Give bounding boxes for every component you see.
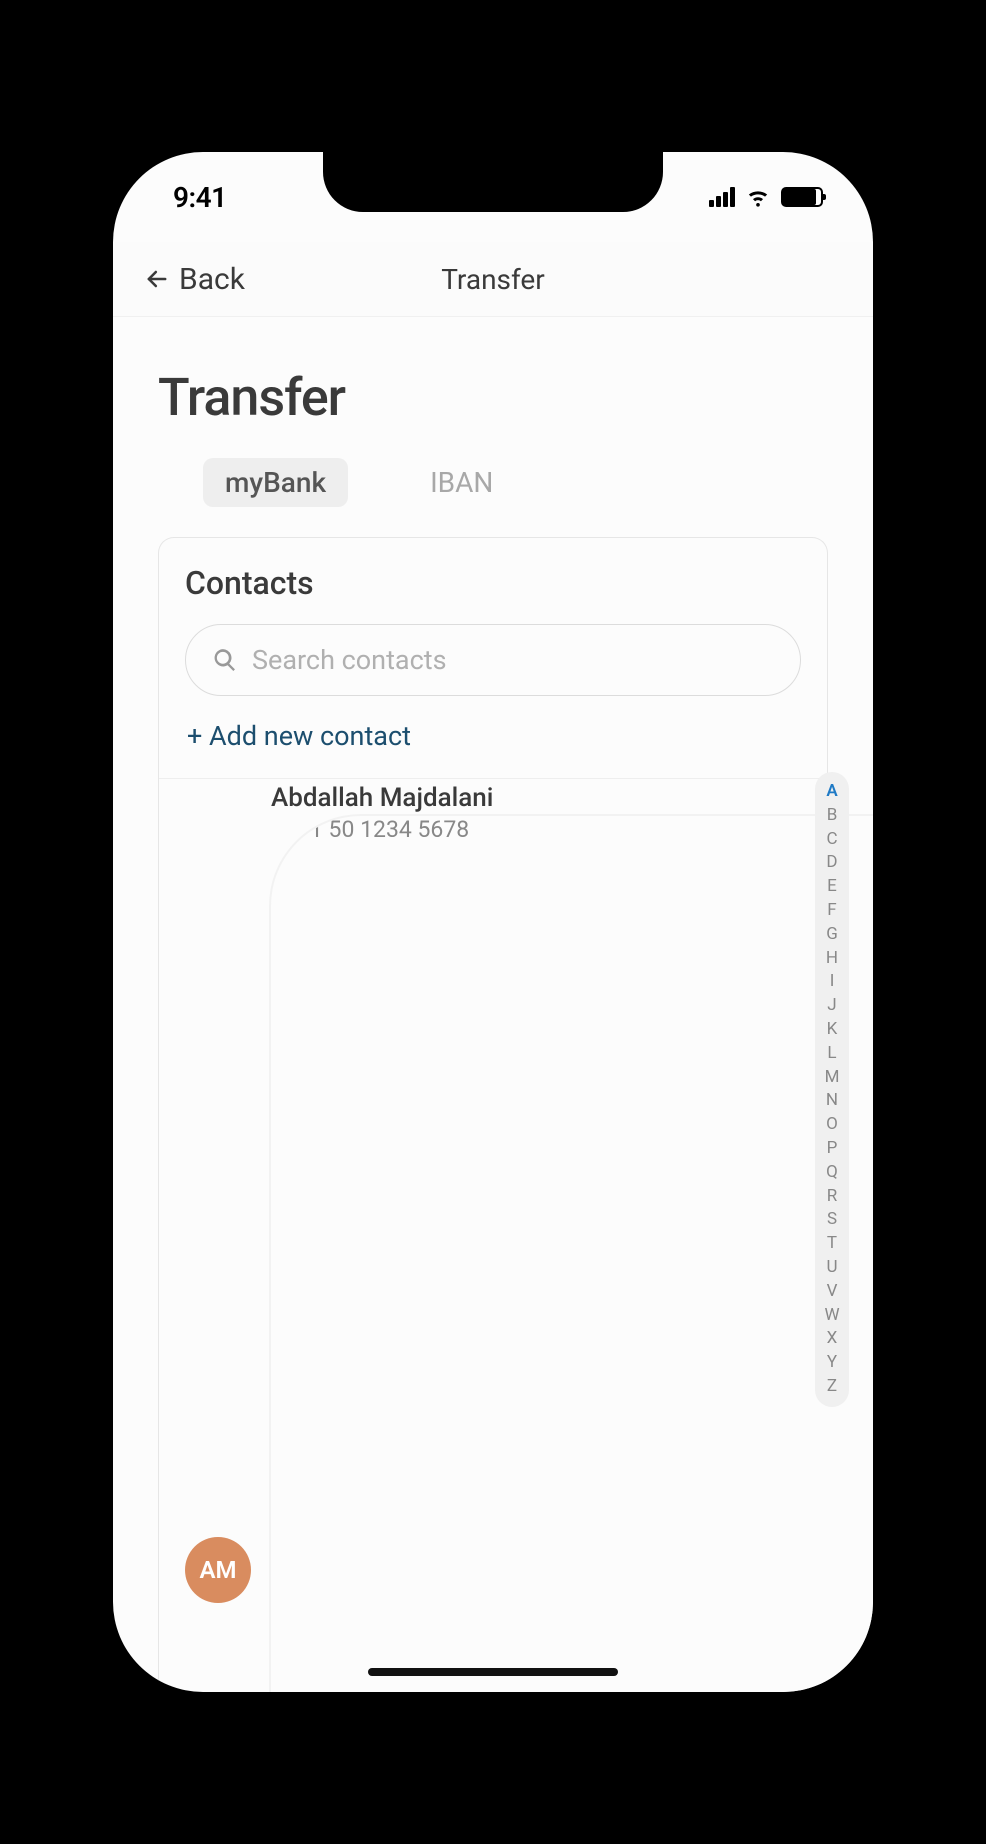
index-letter[interactable]: G xyxy=(815,923,849,947)
tab-iban[interactable]: IBAN xyxy=(408,458,515,507)
index-letter[interactable]: J xyxy=(815,994,849,1018)
index-letter[interactable]: O xyxy=(815,1113,849,1137)
back-label: Back xyxy=(179,262,245,297)
contact-row[interactable]: AMAbdallah Majdalani+971 50 1234 5678 xyxy=(159,779,827,1692)
home-indicator[interactable] xyxy=(368,1668,618,1676)
notch xyxy=(323,152,663,212)
index-letter[interactable]: N xyxy=(815,1089,849,1113)
status-icons xyxy=(709,186,823,208)
index-letter[interactable]: C xyxy=(815,828,849,852)
cellular-icon xyxy=(709,187,735,207)
tab-mybank[interactable]: myBank xyxy=(203,458,348,507)
index-letter[interactable]: V xyxy=(815,1280,849,1304)
alphabet-index[interactable]: ABCDEFGHIJKLMNOPQRSTUVWXYZ xyxy=(815,772,849,1407)
wifi-icon xyxy=(745,186,771,208)
phone-frame: 9:41 Back Transfer Transfer myBank IBAN xyxy=(113,152,873,1692)
index-letter[interactable]: Q xyxy=(815,1161,849,1185)
index-letter[interactable]: L xyxy=(815,1042,849,1066)
search-input[interactable]: Search contacts xyxy=(185,624,801,696)
index-letter[interactable]: D xyxy=(815,851,849,875)
index-letter[interactable]: I xyxy=(815,970,849,994)
avatar: AM xyxy=(185,1537,251,1603)
index-letter[interactable]: X xyxy=(815,1327,849,1351)
index-letter[interactable]: U xyxy=(815,1256,849,1280)
transfer-tabs: myBank IBAN xyxy=(158,428,828,527)
page-title: Transfer xyxy=(158,367,828,428)
contacts-card: Contacts Search contacts + Add new conta… xyxy=(158,537,828,1692)
contacts-list[interactable]: AMAbdallah Majdalani+971 50 1234 5678ACA… xyxy=(159,778,827,1692)
search-icon xyxy=(212,647,238,673)
index-letter[interactable]: W xyxy=(815,1304,849,1328)
index-letter[interactable]: R xyxy=(815,1185,849,1209)
index-letter[interactable]: Y xyxy=(815,1351,849,1375)
arrow-left-icon xyxy=(143,265,171,293)
index-letter[interactable]: S xyxy=(815,1208,849,1232)
status-time: 9:41 xyxy=(173,181,227,214)
battery-icon xyxy=(781,187,823,207)
index-letter[interactable]: Z xyxy=(815,1375,849,1399)
contact-phone: +971 50 1234 5678 xyxy=(271,816,873,1692)
back-button[interactable]: Back xyxy=(113,262,245,297)
index-letter[interactable]: B xyxy=(815,804,849,828)
index-letter[interactable]: T xyxy=(815,1232,849,1256)
contact-name: Abdallah Majdalani xyxy=(271,783,873,813)
contacts-heading: Contacts xyxy=(185,564,801,602)
index-letter[interactable]: H xyxy=(815,947,849,971)
index-letter[interactable]: P xyxy=(815,1137,849,1161)
index-letter[interactable]: F xyxy=(815,899,849,923)
nav-bar: Back Transfer xyxy=(113,242,873,317)
index-letter[interactable]: K xyxy=(815,1018,849,1042)
add-new-contact-button[interactable]: + Add new contact xyxy=(185,718,801,778)
index-letter[interactable]: E xyxy=(815,875,849,899)
search-placeholder: Search contacts xyxy=(252,644,447,676)
index-letter[interactable]: A xyxy=(815,780,849,804)
index-letter[interactable]: M xyxy=(815,1066,849,1090)
